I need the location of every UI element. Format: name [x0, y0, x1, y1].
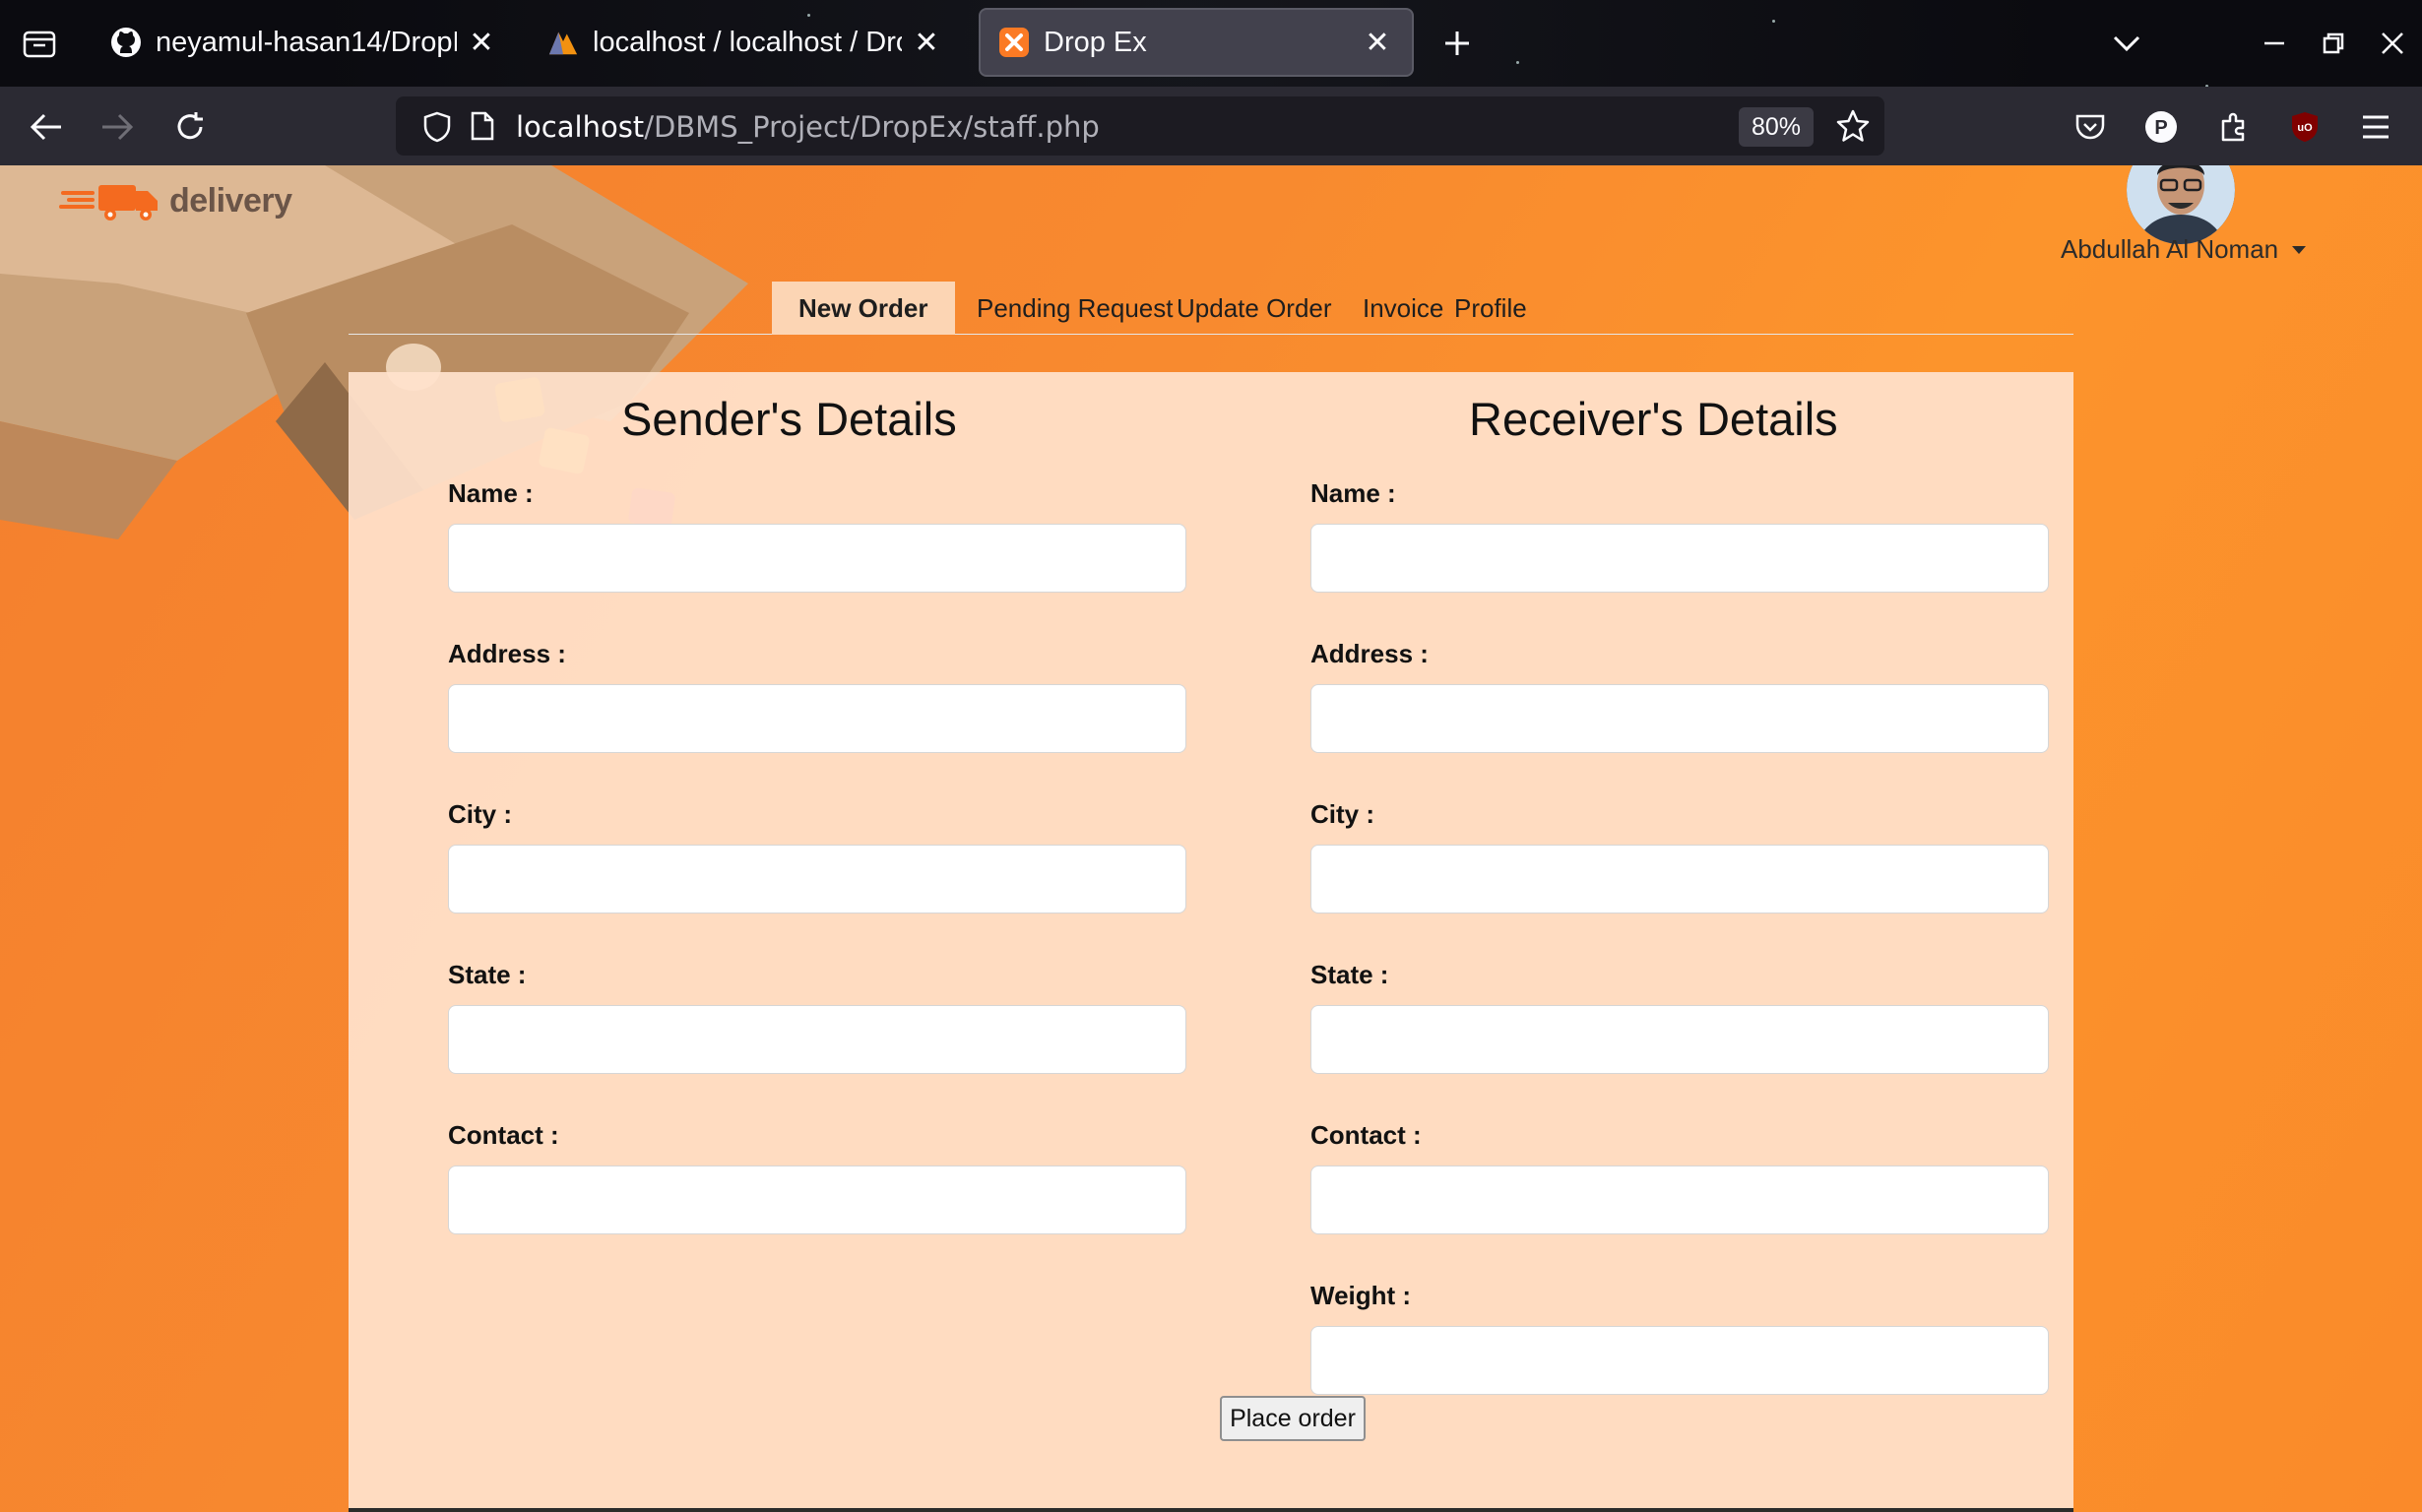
new-tab-button[interactable] — [1435, 22, 1479, 65]
url-text[interactable]: localhost/DBMS_Project/DropEx/staff.php — [516, 110, 1100, 144]
tab-new-order[interactable]: New Order — [772, 282, 955, 335]
sender-city-input[interactable] — [448, 845, 1186, 914]
back-button[interactable] — [22, 102, 71, 152]
background-star — [1516, 61, 1519, 64]
sender-state-input[interactable] — [448, 1005, 1186, 1074]
sender-details-heading: Sender's Details — [621, 393, 957, 445]
extensions-button[interactable] — [2209, 102, 2259, 152]
close-tab-icon[interactable]: ✕ — [910, 26, 943, 59]
address-bar[interactable]: localhost/DBMS_Project/DropEx/staff.php … — [396, 96, 1884, 156]
github-icon — [110, 27, 142, 58]
sender-state-label: State : — [448, 960, 527, 989]
arrow-left-icon — [30, 113, 61, 141]
arrow-right-icon — [102, 113, 134, 141]
tab-phpmyadmin[interactable]: localhost / localhost / Dro ✕ — [530, 8, 961, 77]
app-menu-button[interactable] — [2351, 102, 2400, 152]
minimize-icon — [2264, 41, 2284, 45]
tab-title: Drop Ex — [1044, 26, 1147, 58]
svg-text:P: P — [2154, 117, 2167, 139]
sender-address-label: Address : — [448, 639, 566, 668]
page-icon[interactable] — [471, 111, 494, 146]
ublock-button[interactable]: uO — [2280, 102, 2329, 152]
receiver-state-input[interactable] — [1310, 1005, 2049, 1074]
receiver-state-label: State : — [1310, 960, 1389, 989]
receiver-contact-label: Contact : — [1310, 1120, 1422, 1150]
main-nav-tabs: New Order Pending Request Update Order I… — [349, 282, 2073, 335]
firefox-view-icon — [23, 31, 56, 58]
new-order-form: Sender's Details Name : Address : City :… — [349, 372, 2073, 1512]
account-p-icon: P — [2145, 111, 2177, 143]
user-name: Abdullah Al Noman — [2061, 234, 2279, 264]
place-order-button[interactable]: Place order — [1220, 1396, 1366, 1441]
sender-name-input[interactable] — [448, 524, 1186, 593]
chevron-down-icon — [2113, 35, 2140, 52]
xampp-icon — [998, 27, 1030, 58]
url-path: /DBMS_Project/DropEx/staff.php — [644, 110, 1100, 144]
sender-address-input[interactable] — [448, 684, 1186, 753]
receiver-city-input[interactable] — [1310, 845, 2049, 914]
receiver-details-heading: Receiver's Details — [1469, 393, 1838, 445]
page-viewport: delivery Abdullah Al Noman New Order Pen… — [0, 165, 2422, 1512]
tab-title: neyamul-hasan14/DropEx — [156, 26, 457, 58]
svg-text:uO: uO — [2297, 122, 2313, 134]
user-avatar[interactable] — [2127, 165, 2235, 244]
reload-icon — [177, 112, 203, 140]
browser-toolbar: localhost/DBMS_Project/DropEx/staff.php … — [0, 87, 2422, 165]
tab-update-order[interactable]: Update Order — [1150, 282, 1359, 335]
close-tab-icon[interactable]: ✕ — [1361, 26, 1394, 59]
background-star — [1772, 20, 1775, 23]
restore-icon — [2323, 32, 2344, 54]
panel-bottom-border — [349, 1508, 2073, 1512]
forward-button[interactable] — [93, 102, 142, 152]
tab-github[interactable]: neyamul-hasan14/DropEx ✕ — [93, 8, 516, 77]
bookmark-star-icon[interactable] — [1835, 109, 1871, 148]
receiver-address-label: Address : — [1310, 639, 1429, 668]
user-dropdown[interactable]: Abdullah Al Noman — [2061, 234, 2307, 265]
restore-button[interactable] — [2312, 22, 2355, 65]
pocket-icon — [2075, 114, 2105, 140]
receiver-weight-input[interactable] — [1310, 1326, 2049, 1395]
firefox-view-button[interactable] — [16, 22, 63, 65]
list-all-tabs-button[interactable] — [2105, 22, 2148, 65]
account-button[interactable]: P — [2136, 102, 2186, 152]
reload-button[interactable] — [165, 102, 215, 152]
avatar-portrait — [2127, 165, 2235, 244]
close-tab-icon[interactable]: ✕ — [465, 26, 498, 59]
ublock-shield-icon: uO — [2292, 112, 2318, 142]
receiver-contact-input[interactable] — [1310, 1166, 2049, 1234]
tab-profile[interactable]: Profile — [1428, 282, 1554, 335]
sender-city-label: City : — [448, 799, 512, 829]
hamburger-menu-icon — [2363, 115, 2389, 139]
puzzle-icon — [2221, 112, 2245, 142]
zoom-level[interactable]: 80% — [1739, 107, 1814, 147]
receiver-weight-label: Weight : — [1310, 1281, 1412, 1310]
site-logo[interactable]: delivery — [59, 177, 292, 224]
tab-title: localhost / localhost / Dro — [593, 26, 902, 58]
sender-name-label: Name : — [448, 478, 534, 508]
logo-text: delivery — [169, 181, 292, 220]
caret-down-icon — [2292, 245, 2307, 254]
receiver-name-input[interactable] — [1310, 524, 2049, 593]
sender-contact-label: Contact : — [448, 1120, 559, 1150]
pocket-button[interactable] — [2066, 102, 2115, 152]
phpmyadmin-icon — [547, 27, 579, 58]
tab-drop-ex[interactable]: Drop Ex ✕ — [979, 8, 1414, 77]
close-window-button[interactable] — [2371, 22, 2414, 65]
url-host: localhost — [516, 110, 645, 144]
receiver-address-input[interactable] — [1310, 684, 2049, 753]
plus-icon — [1445, 32, 1469, 55]
receiver-name-label: Name : — [1310, 478, 1396, 508]
shield-icon[interactable] — [423, 111, 451, 148]
minimize-button[interactable] — [2253, 22, 2296, 65]
close-icon — [2382, 32, 2403, 54]
browser-tab-bar: neyamul-hasan14/DropEx ✕ localhost / loc… — [0, 0, 2422, 88]
receiver-city-label: City : — [1310, 799, 1374, 829]
delivery-truck-icon — [59, 185, 158, 220]
sender-contact-input[interactable] — [448, 1166, 1186, 1234]
